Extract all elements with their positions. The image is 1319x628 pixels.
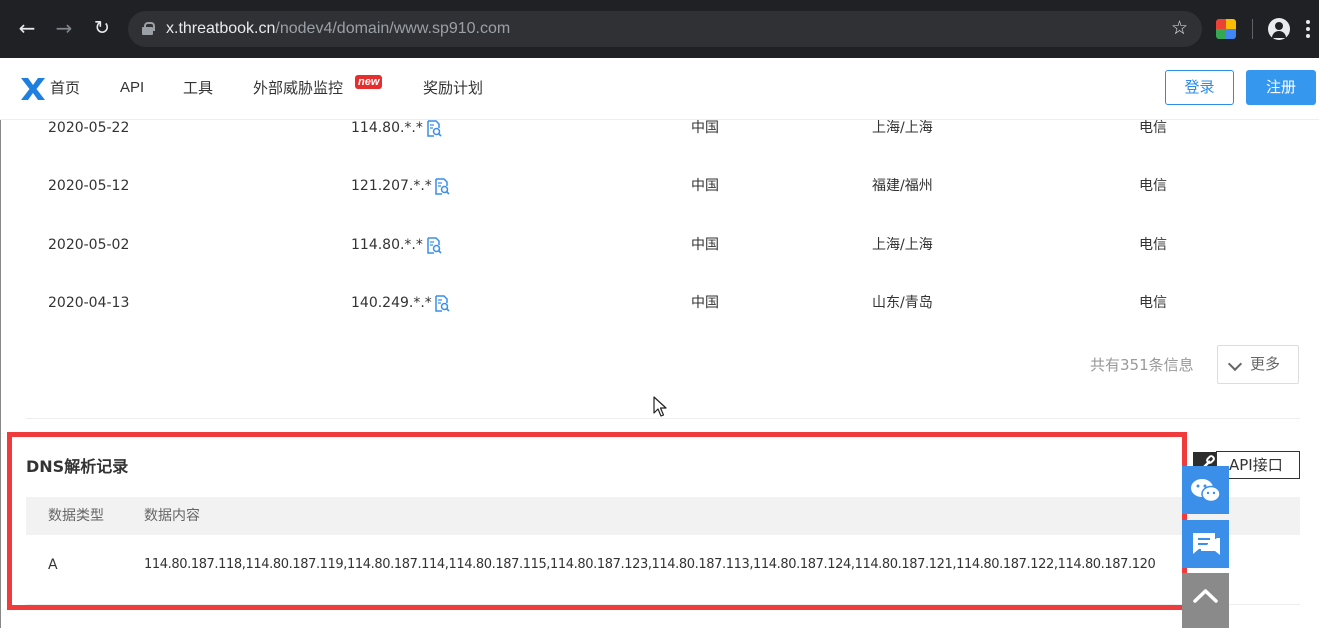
extension-icon[interactable] [1216,19,1236,39]
chat-float-button[interactable] [1182,520,1229,568]
login-button[interactable]: 登录 [1165,70,1234,105]
more-button[interactable]: 更多 [1217,345,1299,384]
lock-icon [142,22,155,35]
site-header: 首页 API 工具 外部威胁监控 new 奖励计划 登录 注册 [0,58,1319,120]
row-location: 福建/福州 [872,178,933,194]
row-country: 中国 [691,178,719,194]
row-isp: 电信 [1139,295,1167,311]
bookmark-star-icon[interactable]: ☆ [1171,17,1188,39]
row-country: 中国 [691,120,719,136]
nav-tools[interactable]: 工具 [183,77,213,99]
row-location: 上海/上海 [872,237,933,253]
back-to-top-button[interactable] [1182,573,1229,628]
browser-menu-icon[interactable] [1306,20,1310,38]
row-ip: 121.207.*.* [351,178,432,194]
nav-threat-monitoring[interactable]: 外部威胁监控 [253,77,343,99]
table-row: 2020-05-02 114.80.*.* 中国 上海/上海 电信 [0,234,1300,256]
row-location: 山东/青岛 [872,295,933,311]
row-isp: 电信 [1139,178,1167,194]
more-label: 更多 [1250,355,1281,373]
address-url: x.threatbook.cn/nodev4/domain/www.sp910.… [166,20,511,37]
row-location: 上海/上海 [872,120,933,136]
nav-api[interactable]: API [120,77,144,99]
row-date: 2020-05-02 [48,237,130,253]
browser-toolbar: ← → ↻ x.threatbook.cn/nodev4/domain/www.… [0,0,1319,58]
nav-rewards[interactable]: 奖励计划 [423,77,483,99]
chat-icon [1193,533,1220,555]
row-ip: 114.80.*.* [351,120,423,136]
section-divider [26,418,1300,419]
row-isp: 电信 [1139,120,1167,136]
row-country: 中国 [691,295,719,311]
back-arrow-icon[interactable]: ← [13,14,41,42]
wechat-icon [1191,479,1221,503]
row-isp: 电信 [1139,237,1167,253]
mouse-cursor-icon [653,396,667,417]
new-badge: new [355,75,383,89]
wechat-float-button[interactable] [1182,466,1229,514]
ip-lookup-icon[interactable] [434,178,450,195]
row-ip: 114.80.*.* [351,237,423,253]
row-date: 2020-04-13 [48,295,130,311]
row-country: 中国 [691,237,719,253]
row-date: 2020-05-22 [48,120,130,136]
row-ip: 140.249.*.* [351,295,432,311]
reload-icon[interactable]: ↻ [88,14,116,42]
address-bar[interactable]: x.threatbook.cn/nodev4/domain/www.sp910.… [128,11,1202,47]
chevron-down-icon [1227,356,1243,372]
toolbar-separator [1252,19,1253,39]
profile-icon[interactable] [1268,18,1290,40]
ip-lookup-icon[interactable] [434,295,450,312]
row-date: 2020-05-12 [48,178,130,194]
ip-lookup-icon[interactable] [426,120,442,137]
table-row: 2020-05-12 121.207.*.* 中国 福建/福州 电信 [0,175,1300,197]
forward-arrow-icon[interactable]: → [50,14,78,42]
chevron-up-icon [1193,589,1218,603]
threatbook-logo-icon[interactable] [20,77,46,101]
nav-home[interactable]: 首页 [50,77,80,99]
register-button[interactable]: 注册 [1246,70,1316,105]
highlight-annotation-box [7,432,1187,610]
table-row: 2020-04-13 140.249.*.* 中国 山东/青岛 电信 [0,292,1300,314]
ip-lookup-icon[interactable] [426,237,442,254]
total-count-label: 共有351条信息 [1090,356,1194,374]
table-row: 2020-05-22 114.80.*.* 中国 上海/上海 电信 [0,117,1300,139]
